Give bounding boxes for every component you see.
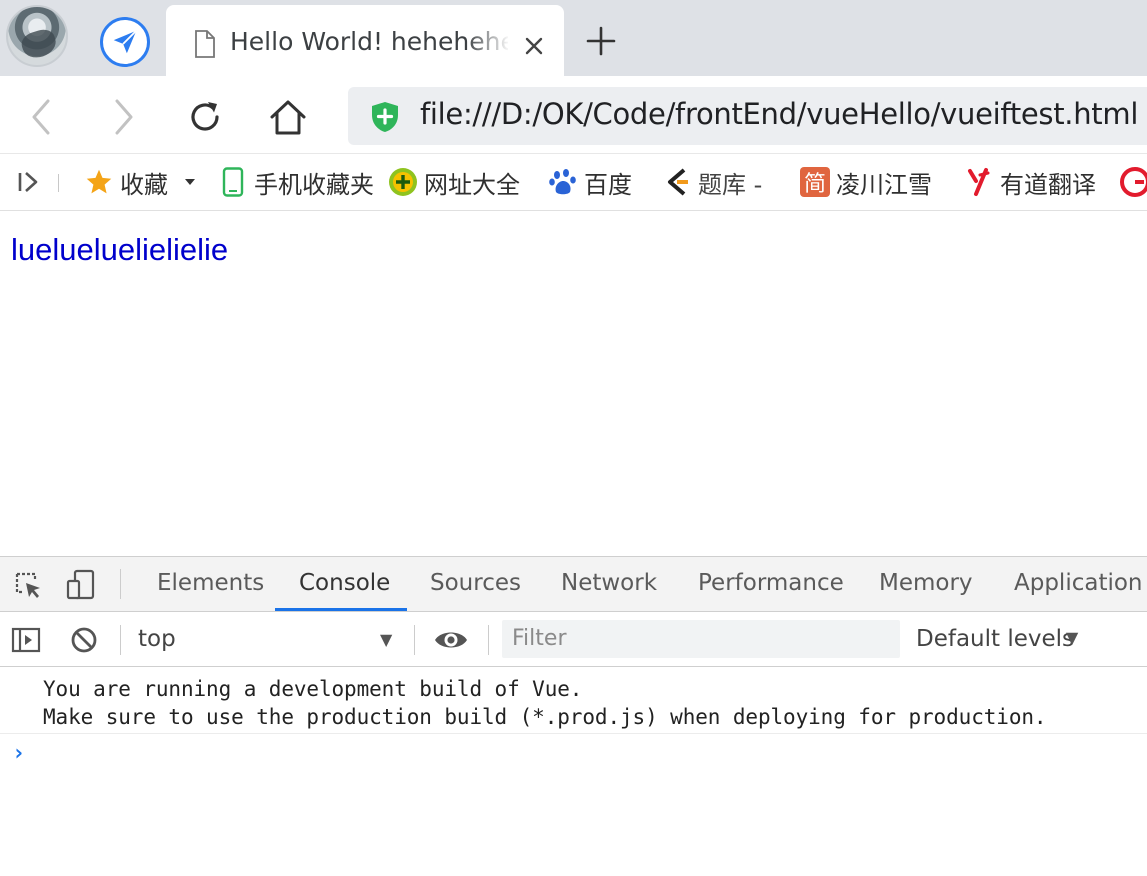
bookmark-tiku[interactable]: 题库 - xyxy=(662,164,762,200)
plus-icon[interactable] xyxy=(584,24,618,58)
console-toolbar-divider xyxy=(414,625,415,655)
star-icon xyxy=(84,167,114,197)
browser-tab-active[interactable]: Hello World! hehehehehe xyxy=(166,5,564,76)
home-icon xyxy=(270,100,306,135)
caret-down-icon[interactable] xyxy=(184,177,196,187)
tab-performance[interactable]: Performance xyxy=(698,570,844,596)
profile-avatar[interactable] xyxy=(6,5,68,67)
console-toolbar: top ▼ Filter Default levels ▼ xyxy=(0,613,1147,667)
tab-elements[interactable]: Elements xyxy=(157,570,264,596)
log-levels-dropdown[interactable]: Default levels xyxy=(916,626,1074,652)
bookmarks-bar: 收藏 手机收藏夹 网址大全 百度 题库 - 简 凌川江雪 有道翻译 xyxy=(0,154,1147,211)
reload-button[interactable] xyxy=(184,96,226,138)
tab-strip: Hello World! hehehehehe xyxy=(0,0,1147,76)
address-bar[interactable]: file:///D:/OK/Code/frontEnd/vueHello/vue… xyxy=(348,87,1147,145)
active-tab-indicator xyxy=(275,608,407,611)
bookmark-lingchuan[interactable]: 简 凌川江雪 xyxy=(800,164,932,200)
jian-icon: 简 xyxy=(800,167,830,197)
bookmarks-divider xyxy=(58,174,59,192)
tab-network[interactable]: Network xyxy=(561,570,657,596)
plus-circle-icon xyxy=(388,167,418,197)
navigation-extension-icon[interactable] xyxy=(100,17,150,67)
console-prompt-icon[interactable]: › xyxy=(12,741,25,766)
bookmark-overflow[interactable] xyxy=(1120,164,1147,200)
devtools-tabbar: Elements Console Sources Network Perform… xyxy=(0,557,1147,612)
bookmark-label: 凌川江雪 xyxy=(836,170,932,199)
caret-down-icon[interactable]: ▼ xyxy=(380,630,392,649)
device-toolbar-icon[interactable] xyxy=(64,569,98,601)
tab-sources[interactable]: Sources xyxy=(430,570,521,596)
home-button[interactable] xyxy=(267,96,309,138)
bookmark-label: 手机收藏夹 xyxy=(254,170,374,199)
caret-down-icon[interactable]: ▼ xyxy=(1066,628,1078,647)
bookmark-baidu[interactable]: 百度 xyxy=(548,164,632,200)
close-icon[interactable] xyxy=(520,32,548,60)
filter-placeholder: Filter xyxy=(512,626,567,651)
red-circle-logo-icon xyxy=(1120,167,1147,197)
url-text: file:///D:/OK/Code/frontEnd/vueHello/vue… xyxy=(420,97,1139,131)
page-body-text: luelueluelielielie xyxy=(11,232,229,267)
bookmark-hao123[interactable]: 网址大全 xyxy=(388,164,520,200)
console-message: Make sure to use the production build (*… xyxy=(43,705,1047,729)
bookmark-favorites[interactable]: 收藏 xyxy=(84,164,196,200)
chevron-right-icon xyxy=(115,99,133,135)
tiku-icon xyxy=(662,167,692,197)
bookmark-mobile-favorites[interactable]: 手机收藏夹 xyxy=(218,164,374,200)
jian-char: 简 xyxy=(803,172,826,197)
bookmark-youdao[interactable]: 有道翻译 xyxy=(964,164,1096,200)
bookmark-label: 网址大全 xyxy=(424,170,520,199)
tab-title-fade xyxy=(466,23,510,63)
console-message-divider xyxy=(0,733,1147,734)
eye-icon[interactable] xyxy=(432,625,470,655)
browser-toolbar: file:///D:/OK/Code/frontEnd/vueHello/vue… xyxy=(0,76,1147,154)
bookmark-label: 题库 - xyxy=(698,170,763,199)
console-filter-input[interactable]: Filter xyxy=(502,620,900,658)
console-toolbar-divider xyxy=(488,625,489,655)
console-message: You are running a development build of V… xyxy=(43,677,583,701)
tab-memory[interactable]: Memory xyxy=(879,570,973,596)
forward-button[interactable] xyxy=(103,96,145,138)
page-icon xyxy=(195,30,215,58)
tab-console[interactable]: Console xyxy=(299,570,390,596)
sidebar-toggle-icon xyxy=(18,172,38,192)
inspect-element-icon[interactable] xyxy=(12,569,44,601)
bookmark-label: 有道翻译 xyxy=(1000,170,1096,199)
tab-application[interactable]: Application xyxy=(1014,570,1143,596)
console-sidebar-toggle-icon[interactable] xyxy=(10,624,42,656)
devtools-panel: Elements Console Sources Network Perform… xyxy=(0,556,1147,876)
youdao-icon xyxy=(964,167,994,197)
clear-console-icon[interactable] xyxy=(68,624,100,656)
console-toolbar-divider xyxy=(120,625,121,655)
send-arrow-icon xyxy=(113,30,137,54)
devtools-tab-divider xyxy=(120,569,121,599)
security-shield-icon xyxy=(372,102,398,132)
phone-icon xyxy=(218,167,248,197)
bookmarks-sidebar-toggle[interactable] xyxy=(16,164,42,200)
context-selector[interactable]: top xyxy=(138,626,176,652)
chevron-left-icon xyxy=(32,99,50,135)
baidu-paw-icon xyxy=(548,167,578,197)
reload-icon xyxy=(191,102,219,131)
bookmark-label: 收藏 xyxy=(120,170,168,199)
bookmark-label: 百度 xyxy=(584,170,632,199)
back-button[interactable] xyxy=(20,96,62,138)
